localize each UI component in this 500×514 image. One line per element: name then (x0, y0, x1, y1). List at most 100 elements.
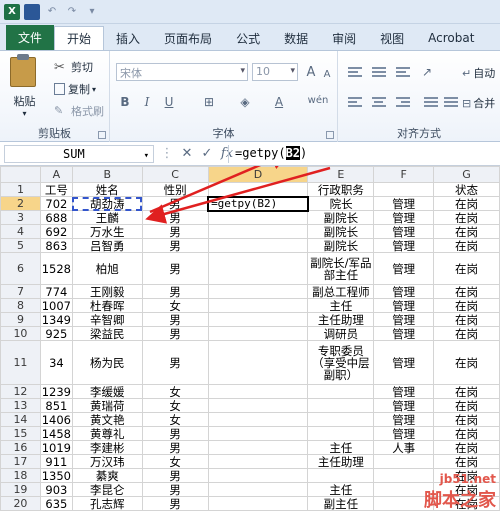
cell[interactable]: 院长 (307, 196, 375, 211)
cell[interactable]: 635 (39, 496, 73, 511)
row-header[interactable]: 2 (0, 196, 41, 211)
row-header[interactable]: 15 (0, 426, 41, 441)
cell[interactable]: 在岗 (433, 224, 500, 239)
shrink-font-button[interactable]: A (318, 65, 336, 83)
cell[interactable]: 男 (141, 196, 209, 211)
cell[interactable]: 在岗 (433, 454, 500, 469)
cell[interactable]: 1350 (39, 468, 73, 483)
excel-logo-icon[interactable]: X (4, 3, 20, 20)
cell[interactable]: 调研员 (307, 326, 375, 341)
cell[interactable]: 女 (141, 398, 209, 413)
cell[interactable]: 主任 (307, 298, 375, 313)
cell[interactable]: 黄尊礼 (71, 426, 143, 441)
cell[interactable]: 在岗 (433, 312, 500, 327)
cell[interactable]: 杜春晖 (71, 298, 143, 313)
cell[interactable]: 774 (39, 284, 73, 299)
italic-button[interactable]: I (138, 93, 156, 111)
cell[interactable]: 专职委员（享受中层副职） (307, 340, 375, 385)
cell[interactable]: 李建彬 (71, 440, 143, 455)
cell[interactable]: 主任助理 (307, 454, 375, 469)
underline-button[interactable]: U (160, 93, 178, 111)
orientation-button[interactable]: ↗ (418, 63, 436, 81)
cell[interactable]: 副总工程师 (307, 284, 375, 299)
row-header[interactable]: 8 (0, 298, 41, 313)
bold-button[interactable]: B (116, 93, 134, 111)
cell[interactable]: 男 (141, 468, 209, 483)
cell[interactable]: 在岗 (433, 412, 500, 427)
cell[interactable]: 男 (141, 340, 209, 385)
align-left-icon[interactable] (348, 97, 362, 109)
cell[interactable]: 在岗 (433, 298, 500, 313)
cut-button[interactable]: ✂ 剪切 (54, 59, 93, 75)
cell[interactable]: 管理 (373, 238, 435, 253)
copy-button[interactable]: 复制 ▾ (54, 81, 96, 97)
cell[interactable]: 吕智勇 (71, 238, 143, 253)
cell[interactable] (307, 398, 375, 413)
font-size-combo[interactable]: 10 ▾ (252, 63, 298, 81)
cell[interactable] (207, 468, 309, 483)
cell[interactable]: 主任助理 (307, 312, 375, 327)
row-header[interactable]: 19 (0, 482, 41, 497)
cell[interactable]: 在岗 (433, 238, 500, 253)
cell[interactable]: 状态 (433, 182, 500, 197)
cell[interactable]: 主任 (307, 440, 375, 455)
name-box[interactable]: SUM ▾ (4, 145, 154, 163)
cell[interactable] (207, 496, 309, 511)
cell[interactable] (207, 326, 309, 341)
align-top-icon[interactable] (348, 67, 362, 79)
cell[interactable]: 主任 (307, 482, 375, 497)
cell[interactable]: 男 (141, 426, 209, 441)
cell[interactable] (207, 312, 309, 327)
cell[interactable] (307, 412, 375, 427)
cell[interactable]: 副院长/军品部主任 (307, 252, 375, 285)
cell[interactable]: 男 (141, 496, 209, 511)
cell[interactable]: 在岗 (433, 196, 500, 211)
redo-icon[interactable]: ↷ (64, 4, 80, 20)
cell[interactable]: 女 (141, 412, 209, 427)
cell[interactable]: 男 (141, 326, 209, 341)
cell[interactable]: 在岗 (433, 426, 500, 441)
cell[interactable]: 管理 (373, 340, 435, 385)
cell[interactable] (207, 440, 309, 455)
row-header[interactable]: 10 (0, 326, 41, 341)
cell[interactable] (207, 412, 309, 427)
cell[interactable]: 管理 (373, 412, 435, 427)
cell[interactable]: 管理 (373, 210, 435, 225)
cell[interactable]: 男 (141, 224, 209, 239)
increase-indent-icon[interactable] (444, 97, 458, 109)
cell[interactable]: 在岗 (433, 440, 500, 455)
align-center-icon[interactable] (372, 97, 386, 109)
cell[interactable]: 863 (39, 238, 73, 253)
row-header[interactable]: 17 (0, 454, 41, 469)
cell[interactable]: 管理 (373, 398, 435, 413)
cell[interactable]: 李缓媛 (71, 384, 143, 399)
cancel-icon[interactable]: ✕ (180, 146, 194, 161)
cell[interactable]: 人事 (373, 440, 435, 455)
cell[interactable]: 在岗 (433, 384, 500, 399)
cell[interactable]: 在岗 (433, 284, 500, 299)
cell[interactable]: 在岗 (433, 210, 500, 225)
row-header[interactable]: 16 (0, 440, 41, 455)
cell[interactable]: 孔志辉 (71, 496, 143, 511)
cell[interactable] (207, 384, 309, 399)
row-header[interactable]: 20 (0, 496, 41, 511)
cell[interactable]: 黄文艳 (71, 412, 143, 427)
tab-formulas[interactable]: 公式 (224, 26, 272, 50)
referenced-cell[interactable]: 胡劲涛 (71, 196, 143, 211)
row-header[interactable]: 18 (0, 468, 41, 483)
cell[interactable]: 34 (39, 340, 73, 385)
cell[interactable]: 688 (39, 210, 73, 225)
column-header[interactable]: G (433, 166, 500, 183)
cell[interactable]: 925 (39, 326, 73, 341)
cell[interactable] (373, 454, 435, 469)
cell[interactable] (207, 482, 309, 497)
row-header[interactable]: 4 (0, 224, 41, 239)
cell[interactable]: 綦爽 (71, 468, 143, 483)
cell[interactable]: 女 (141, 454, 209, 469)
cell[interactable] (207, 426, 309, 441)
tab-page-layout[interactable]: 页面布局 (152, 26, 224, 50)
align-right-icon[interactable] (396, 97, 410, 109)
cell[interactable] (207, 210, 309, 225)
cell[interactable]: 1406 (39, 412, 73, 427)
merge-center-button[interactable]: ⊟ 合并 (462, 95, 495, 111)
